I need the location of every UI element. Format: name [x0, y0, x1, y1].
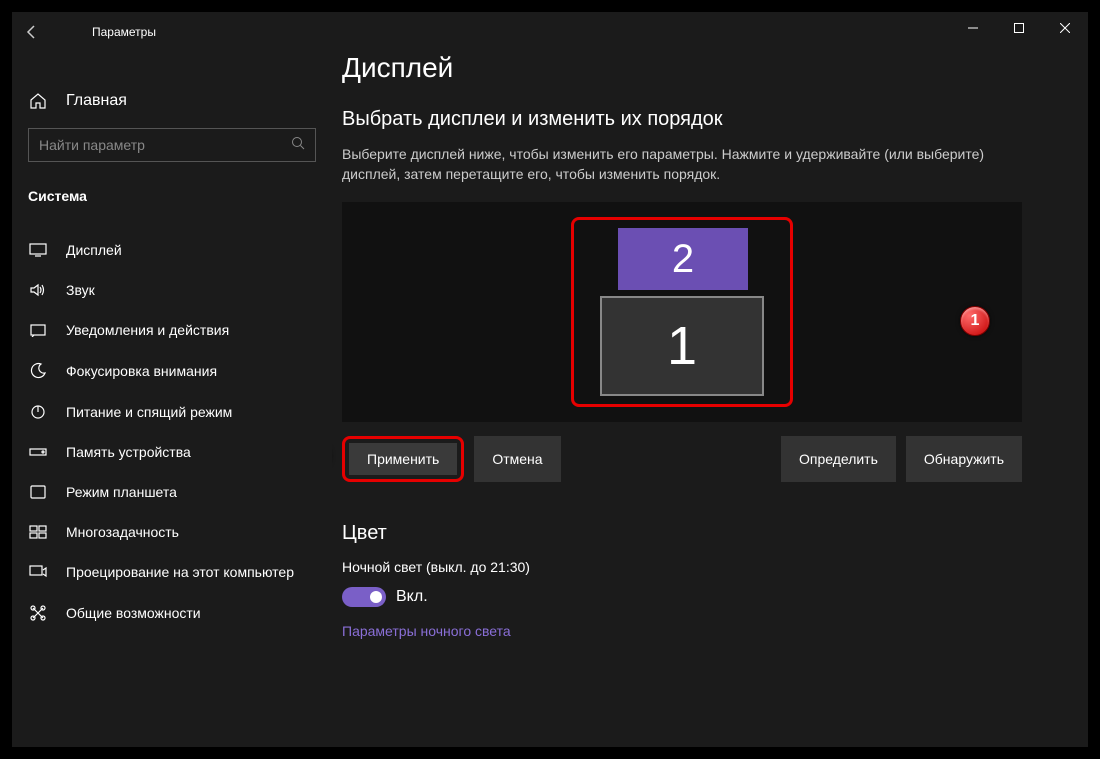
nav-projecting[interactable]: Проецирование на этот компьютер — [12, 552, 332, 592]
focus-icon — [28, 362, 48, 380]
sound-icon — [28, 283, 48, 297]
nav-label: Проецирование на этот компьютер — [66, 564, 294, 580]
annotation-highlight-1: 2 1 1 — [571, 217, 793, 407]
titlebar: Параметры — [12, 12, 1088, 52]
nav-label: Звук — [66, 282, 95, 298]
apply-button[interactable]: Применить — [349, 443, 457, 475]
close-button[interactable] — [1042, 12, 1088, 44]
nav-label: Память устройства — [66, 444, 191, 460]
display-icon — [28, 243, 48, 257]
color-title: Цвет — [342, 522, 1058, 545]
nav-tablet[interactable]: Режим планшета — [12, 472, 332, 512]
display-tile-2[interactable]: 2 — [618, 228, 748, 290]
search-box[interactable] — [28, 128, 316, 162]
display-arrange-area[interactable]: 2 1 1 — [342, 202, 1022, 422]
nav-label: Питание и спящий режим — [66, 404, 232, 420]
shared-icon — [28, 604, 48, 622]
home-icon — [28, 92, 48, 110]
cancel-button[interactable]: Отмена — [474, 436, 560, 482]
nav-label: Общие возможности — [66, 605, 201, 621]
nav-power[interactable]: Питание и спящий режим — [12, 392, 332, 432]
nav-label: Дисплей — [66, 242, 122, 258]
arrange-description: Выберите дисплей ниже, чтобы изменить ег… — [342, 145, 1022, 184]
nav-notifications[interactable]: Уведомления и действия — [12, 310, 332, 350]
multitask-icon — [28, 525, 48, 539]
maximize-button[interactable] — [996, 12, 1042, 44]
detect-button[interactable]: Обнаружить — [906, 436, 1022, 482]
annotation-badge-1: 1 — [960, 306, 990, 336]
toggle-knob — [370, 591, 382, 603]
home-nav[interactable]: Главная — [12, 82, 332, 120]
nav-label: Многозадачность — [66, 524, 179, 540]
category-label: Система — [12, 178, 332, 214]
arrange-title: Выбрать дисплеи и изменить их порядок — [342, 108, 1058, 131]
nav-focus[interactable]: Фокусировка внимания — [12, 350, 332, 392]
nav-label: Фокусировка внимания — [66, 363, 217, 379]
nav-multitask[interactable]: Многозадачность — [12, 512, 332, 552]
search-input[interactable] — [39, 137, 305, 153]
back-button[interactable] — [12, 12, 52, 52]
sidebar: Главная Система Дисплей Звук Уведомления… — [12, 12, 332, 747]
minimize-button[interactable] — [950, 12, 996, 44]
page-title: Дисплей — [342, 52, 1058, 84]
button-row: Применить 2 Отмена Определить Обнаружить — [342, 436, 1022, 482]
night-light-settings-link[interactable]: Параметры ночного света — [342, 623, 1058, 639]
content-area: Дисплей Выбрать дисплеи и изменить их по… — [332, 12, 1088, 747]
projecting-icon — [28, 565, 48, 579]
nav-label: Режим планшета — [66, 484, 177, 500]
night-light-label: Ночной свет (выкл. до 21:30) — [342, 559, 1058, 575]
night-light-toggle[interactable] — [342, 587, 386, 607]
settings-window: Параметры Главная Система Дисплей — [12, 12, 1088, 747]
identify-button[interactable]: Определить — [781, 436, 896, 482]
notifications-icon — [28, 323, 48, 337]
power-icon — [28, 404, 48, 420]
app-title: Параметры — [92, 25, 156, 39]
nav-label: Уведомления и действия — [66, 322, 229, 338]
nav-display[interactable]: Дисплей — [12, 230, 332, 270]
storage-icon — [28, 446, 48, 458]
display-tile-1[interactable]: 1 — [600, 296, 764, 396]
window-controls — [950, 12, 1088, 44]
nav-storage[interactable]: Память устройства — [12, 432, 332, 472]
tablet-icon — [28, 485, 48, 499]
toggle-state-label: Вкл. — [396, 588, 428, 606]
home-label: Главная — [66, 92, 127, 110]
nav-sound[interactable]: Звук — [12, 270, 332, 310]
nav-shared[interactable]: Общие возможности — [12, 592, 332, 634]
annotation-highlight-2: Применить 2 — [342, 436, 464, 482]
search-icon — [291, 136, 305, 155]
